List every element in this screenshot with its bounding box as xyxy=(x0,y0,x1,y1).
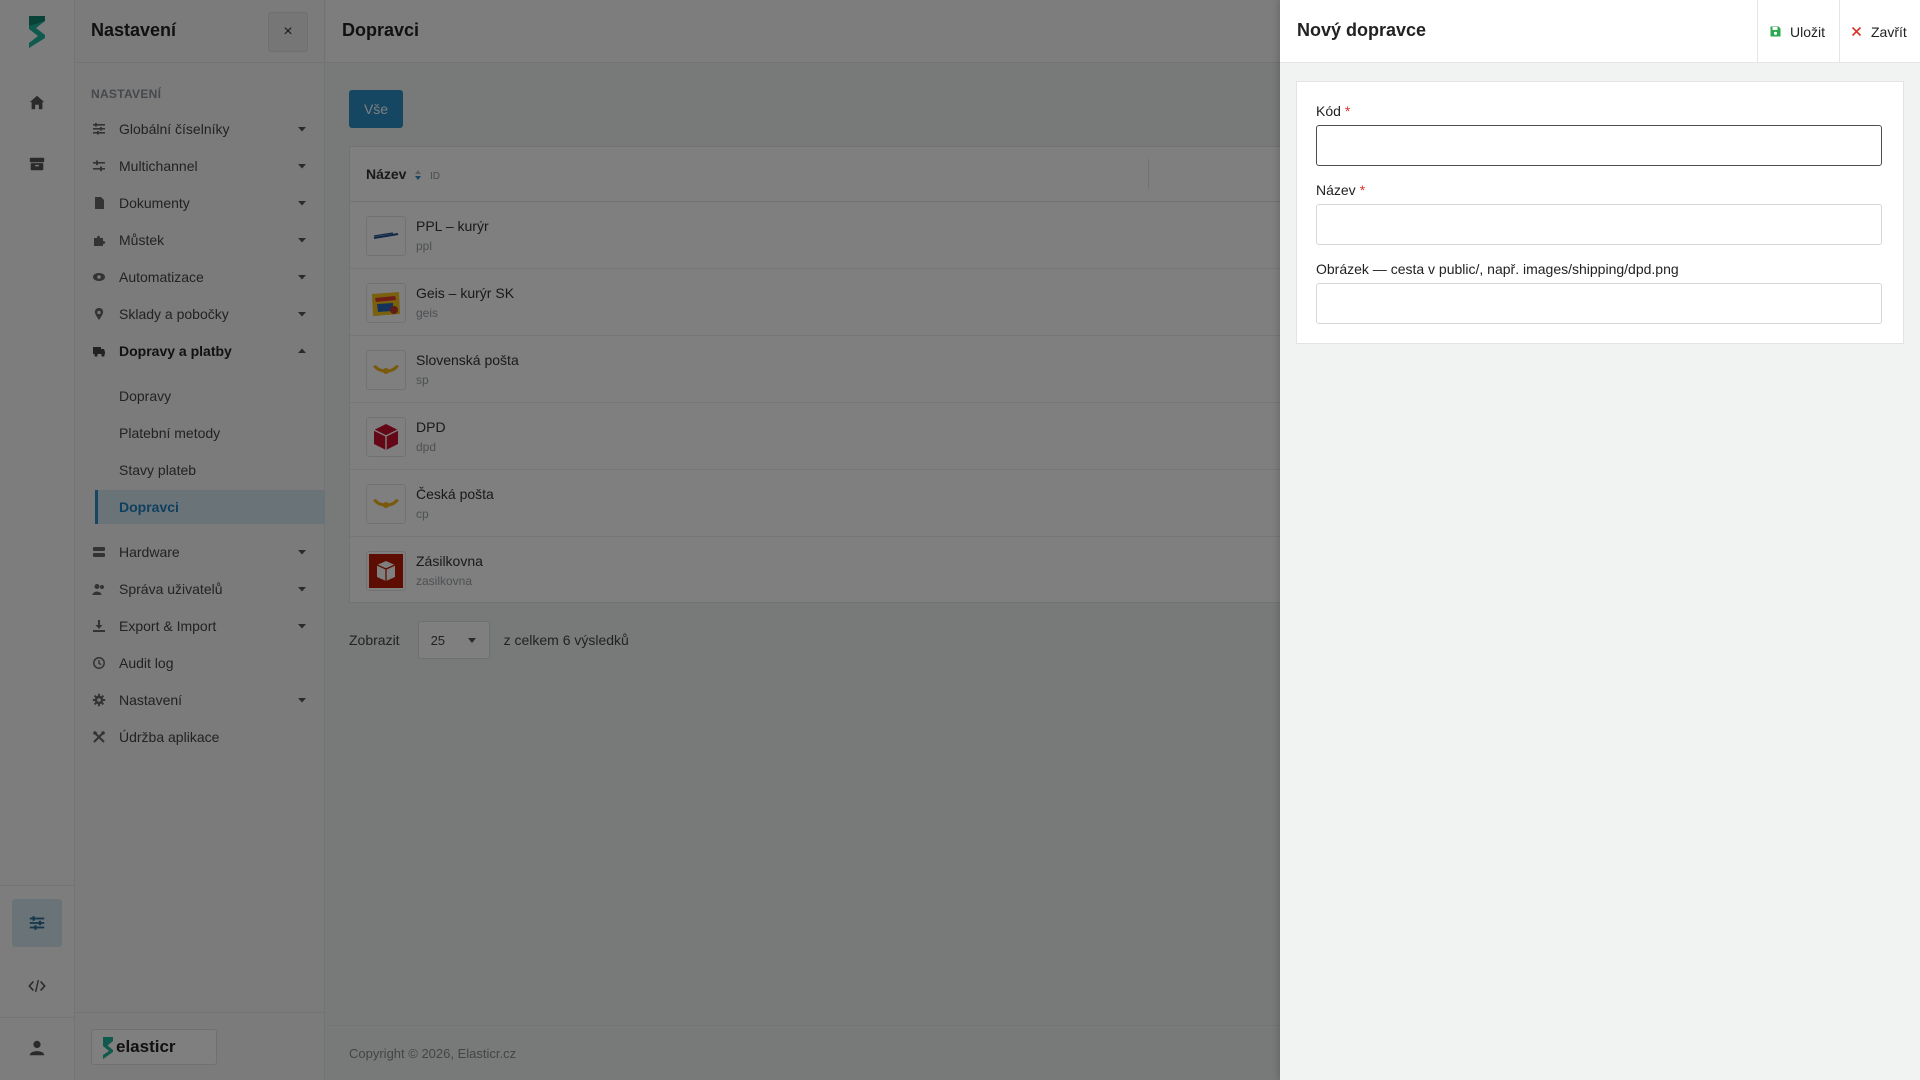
code-field-label: Kód * xyxy=(1316,103,1350,119)
save-button[interactable]: Uložit xyxy=(1757,0,1839,63)
code-label-text: Kód xyxy=(1316,103,1341,119)
drawer-header: Nový dopravce Uložit Zavřít xyxy=(1280,0,1920,63)
carrier-form: Kód * Název * Obrázek — cesta v public/, n… xyxy=(1296,81,1904,344)
name-input[interactable] xyxy=(1316,204,1882,245)
drawer-title: Nový dopravce xyxy=(1297,20,1427,40)
image-field-label: Obrázek — cesta v public/, např. images/… xyxy=(1316,261,1679,277)
image-label-text: Obrázek — cesta v public/, např. images/… xyxy=(1316,261,1679,277)
name-label-text: Název xyxy=(1316,182,1356,198)
code-input[interactable] xyxy=(1316,125,1882,166)
new-carrier-drawer: Nový dopravce Uložit Zavřít Kód * Název * … xyxy=(1280,0,1920,1080)
close-button[interactable]: Zavřít xyxy=(1839,0,1920,63)
save-icon xyxy=(1770,26,1781,37)
close-label: Zavřít xyxy=(1871,23,1907,40)
required-mark: * xyxy=(1359,182,1366,198)
required-mark: * xyxy=(1344,103,1351,119)
image-path-input[interactable] xyxy=(1316,283,1882,324)
save-label: Uložit xyxy=(1790,23,1826,40)
name-field-label: Název * xyxy=(1316,182,1365,198)
close-icon xyxy=(1851,26,1862,37)
